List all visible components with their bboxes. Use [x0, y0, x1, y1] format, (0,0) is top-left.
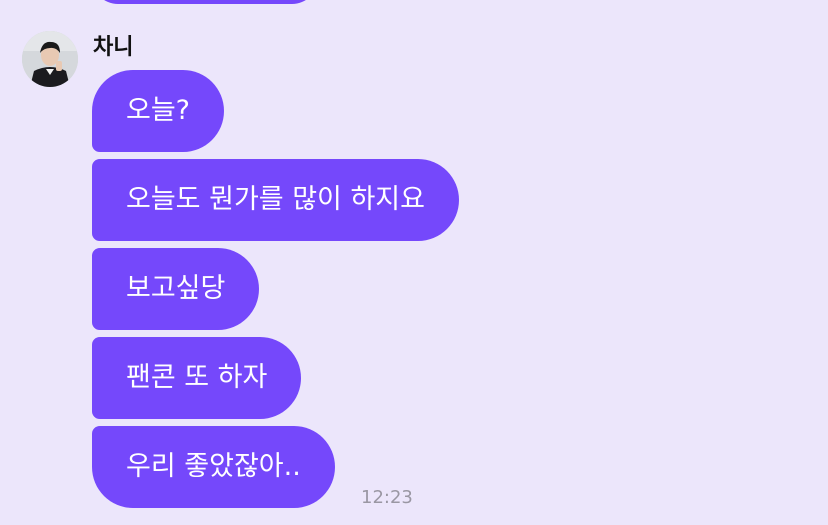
- message-bubble[interactable]: 팬콘 또 하자: [92, 337, 302, 419]
- message-bubble[interactable]: 오늘?: [92, 70, 225, 152]
- message-timestamp: 12:23: [361, 487, 413, 508]
- message-bubble[interactable]: 오늘도 뭔가를 많이 하지요: [92, 159, 459, 241]
- avatar[interactable]: [22, 31, 78, 87]
- profile-photo-icon: [22, 31, 78, 87]
- previous-message-bubble: [92, 0, 318, 4]
- message-bubble[interactable]: 우리 좋았잖아..: [92, 426, 335, 508]
- sender-name: 차니: [93, 35, 134, 60]
- message-bubble[interactable]: 보고싶당: [92, 248, 260, 330]
